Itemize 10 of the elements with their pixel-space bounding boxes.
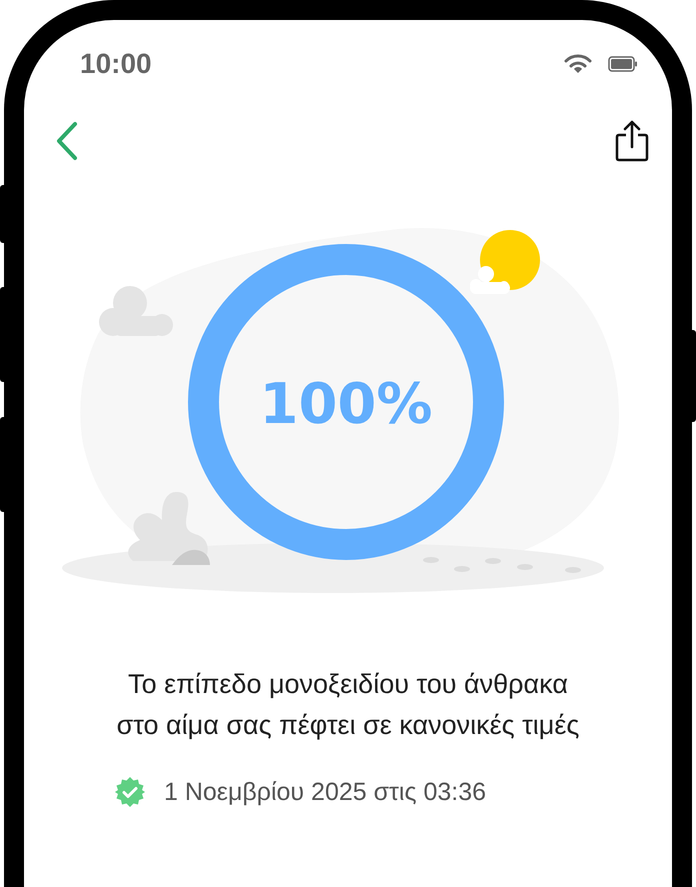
cloud-icon (99, 286, 173, 336)
back-button[interactable] (54, 121, 80, 161)
timestamp: 1 Νοεμβρίου 2025 στις 03:36 (164, 778, 486, 806)
status-time: 10:00 (80, 48, 152, 80)
battery-icon (608, 56, 638, 72)
result-message: Το επίπεδο μονοξειδίου του άνθρακα στο αίμα σας πέφτει σε κανονικές τιμές (116, 668, 580, 742)
wifi-icon (564, 54, 592, 74)
share-button[interactable] (614, 120, 650, 162)
verified-badge-icon (114, 776, 146, 808)
percent-value: 100% (260, 372, 432, 437)
